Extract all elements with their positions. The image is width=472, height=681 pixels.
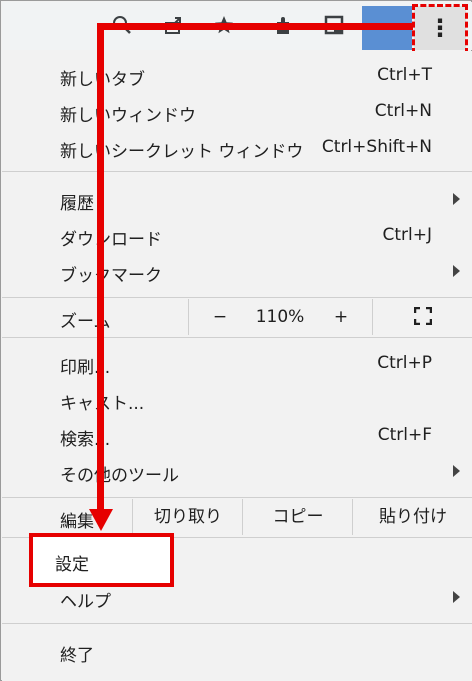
- menu-item-label: 終了: [60, 646, 94, 666]
- menu-item-print[interactable]: 印刷... Ctrl+P: [2, 347, 472, 381]
- annotation-arrow-horizontal: [97, 23, 413, 30]
- menu-item-shortcut: Ctrl+Shift+N: [321, 137, 432, 157]
- menu-divider: [2, 623, 472, 624]
- paste-button[interactable]: 貼り付け: [352, 499, 472, 535]
- menu-item-exit[interactable]: 終了: [2, 635, 472, 669]
- copy-button[interactable]: コピー: [242, 499, 353, 535]
- zoom-out-button[interactable]: −: [188, 299, 251, 335]
- menu-item-new-window[interactable]: 新しいウィンドウ Ctrl+N: [2, 95, 472, 129]
- menu-item-shortcut: Ctrl+T: [377, 65, 432, 85]
- menu-divider: [2, 337, 472, 338]
- annotation-arrow-vertical: [97, 23, 104, 521]
- zoom-row: ズーム − 110% +: [2, 299, 472, 335]
- menu-item-settings[interactable]: 設定: [29, 533, 174, 587]
- cut-button[interactable]: 切り取り: [132, 499, 243, 535]
- menu-item-shortcut: Ctrl+P: [377, 353, 432, 373]
- submenu-arrow-icon: [453, 591, 460, 603]
- menu-divider: [2, 497, 472, 498]
- menu-item-downloads[interactable]: ダウンロード Ctrl+J: [2, 219, 472, 253]
- menu-item-label: 設定: [55, 555, 89, 575]
- menu-item-history[interactable]: 履歴: [2, 183, 472, 217]
- menu-item-label: 履歴: [60, 194, 94, 214]
- submenu-arrow-icon: [453, 193, 460, 205]
- menu-item-shortcut: Ctrl+F: [377, 425, 432, 445]
- menu-item-new-tab[interactable]: 新しいタブ Ctrl+T: [2, 59, 472, 93]
- menu-item-shortcut: Ctrl+N: [374, 101, 432, 121]
- menu-item-label: ヘルプ: [60, 592, 111, 612]
- menu-item-shortcut: Ctrl+J: [382, 225, 432, 245]
- fullscreen-icon: [413, 302, 433, 326]
- menu-item-new-incognito[interactable]: 新しいシークレット ウィンドウ Ctrl+Shift+N: [2, 131, 472, 165]
- menu-item-label: ブックマーク: [60, 266, 162, 286]
- menu-item-label: ダウンロード: [60, 230, 162, 250]
- menu-item-bookmarks[interactable]: ブックマーク: [2, 255, 472, 289]
- menu-item-label: その他のツール: [60, 466, 179, 486]
- fullscreen-button[interactable]: [372, 299, 472, 335]
- edit-row: 編集 切り取り コピー 貼り付け: [2, 499, 472, 535]
- zoom-in-button[interactable]: +: [310, 299, 372, 335]
- browser-window: ⋮ 新しいタブ Ctrl+T 新しいウィンドウ Ctrl+N 新しいシークレット…: [0, 0, 472, 681]
- submenu-arrow-icon: [453, 265, 460, 277]
- menu-item-cast[interactable]: キャスト...: [2, 383, 472, 417]
- zoom-level: 110%: [255, 307, 305, 327]
- menu-divider: [2, 297, 472, 298]
- submenu-arrow-icon: [453, 465, 460, 477]
- menu-item-more-tools[interactable]: その他のツール: [2, 455, 472, 489]
- annotation-arrowhead: [89, 509, 113, 531]
- menu-item-label: 新しいウィンドウ: [60, 106, 196, 126]
- kebab-highlight-annotation: [412, 4, 468, 54]
- menu-item-find[interactable]: 検索... Ctrl+F: [2, 419, 472, 453]
- menu-divider: [2, 171, 472, 172]
